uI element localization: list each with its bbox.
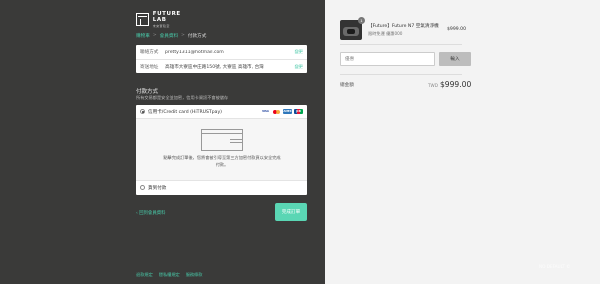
brand-logo[interactable]: FUTURE LAB 未來實驗室	[136, 10, 196, 28]
product-name: 【Future】Future N7 空氣清淨機	[368, 24, 439, 29]
credit-card-radio[interactable]	[140, 109, 145, 114]
change-shipping-link[interactable]: 變更	[295, 64, 303, 70]
total-amount: $999.00	[439, 80, 472, 89]
total-label: 總金額	[340, 83, 354, 88]
breadcrumb-cart[interactable]: 購物車	[136, 33, 150, 39]
divider	[340, 44, 462, 45]
total-currency: TWD	[428, 83, 438, 88]
order-summary-panel: 1 【Future】Future N7 空氣清淨機 限時免運 優惠000 $99…	[325, 0, 600, 284]
contact-email: pretty1311@hotmail.com	[165, 49, 224, 55]
contact-label: 聯絡方式	[140, 50, 159, 55]
product-image	[343, 27, 359, 36]
quantity-badge: 1	[358, 17, 365, 24]
shipping-label: 寄送地址	[140, 64, 159, 70]
jcb-icon: JCB	[294, 109, 303, 114]
payment-title: 付款方式	[136, 89, 159, 95]
order-total: TWD $999.00	[428, 80, 471, 89]
visa-icon: VISA	[262, 110, 269, 113]
cod-radio[interactable]	[140, 185, 145, 190]
complete-order-button[interactable]: 完成訂單	[275, 203, 307, 221]
checkout-main-panel: FUTURE LAB 未來實驗室 購物車 > 會員資料 > 付款方式 聯絡方式 …	[0, 0, 325, 284]
policy-links: 退款規定 隱私權規定 服務條款	[136, 272, 202, 278]
payment-methods: 信用卡/Credit card (HiTRUSTpay) VISA AMEX J…	[136, 105, 307, 195]
breadcrumb-member-info[interactable]: 會員資料	[160, 33, 178, 39]
product-variant: 限時免運 優惠000	[368, 31, 403, 36]
checkout-page: FUTURE LAB 未來實驗室 購物車 > 會員資料 > 付款方式 聯絡方式 …	[0, 0, 600, 284]
payment-option-credit-card[interactable]: 信用卡/Credit card (HiTRUSTpay) VISA AMEX J…	[136, 105, 307, 119]
shipping-row: 寄送地址 高雄市大寮區中庄路150號, 大寮區 高雄市, 台灣 變更	[136, 59, 307, 73]
browser-redirect-icon	[201, 129, 243, 151]
card-logos: VISA AMEX JCB	[261, 109, 303, 114]
refund-policy-link[interactable]: 退款規定	[136, 272, 153, 278]
change-contact-link[interactable]: 變更	[295, 49, 303, 55]
back-to-member-info-link[interactable]: ‹ 回到會員資料	[136, 210, 166, 216]
contact-shipping-summary: 聯絡方式 pretty1311@hotmail.com 變更 寄送地址 高雄市大…	[136, 45, 307, 73]
logo-mark-icon	[136, 12, 149, 26]
product-thumbnail: 1	[340, 17, 365, 40]
contact-row: 聯絡方式 pretty1311@hotmail.com 變更	[136, 45, 307, 59]
terms-link[interactable]: 服務條款	[186, 272, 203, 278]
apply-promo-button[interactable]: 輸入	[439, 52, 471, 66]
shipping-address: 高雄市大寮區中庄路150號, 大寮區 高雄市, 台灣	[165, 64, 264, 70]
redirect-note: 點擊完成訂單後，您將會被引導至第三方加密付款頁以安全完成付款。	[163, 155, 281, 167]
breadcrumb-separator: >	[152, 33, 157, 38]
divider	[340, 74, 462, 75]
breadcrumb-separator: >	[181, 33, 185, 38]
brand-name: FUTURE LAB	[152, 10, 181, 23]
breadcrumb: 購物車 > 會員資料 > 付款方式	[136, 33, 206, 39]
brand-subtitle: 未來實驗室	[152, 23, 170, 28]
watermark: NO DEFAULT ©	[539, 264, 571, 269]
privacy-policy-link[interactable]: 隱私權規定	[159, 272, 180, 278]
product-price: $999.00	[447, 27, 466, 32]
payment-option-cod[interactable]: 貨到付款	[136, 181, 307, 194]
payment-subtitle: 所有交易都是安全並加密，信用卡資訊不會被儲存	[136, 95, 229, 100]
credit-card-label: 信用卡/Credit card (HiTRUSTpay)	[148, 109, 222, 115]
credit-card-details: 點擊完成訂單後，您將會被引導至第三方加密付款頁以安全完成付款。	[136, 119, 307, 181]
amex-icon: AMEX	[283, 109, 292, 114]
cod-label: 貨到付款	[148, 185, 167, 191]
mastercard-icon	[272, 109, 281, 114]
promo-code-input[interactable]: 優惠	[340, 52, 435, 66]
breadcrumb-payment: 付款方式	[187, 34, 207, 39]
